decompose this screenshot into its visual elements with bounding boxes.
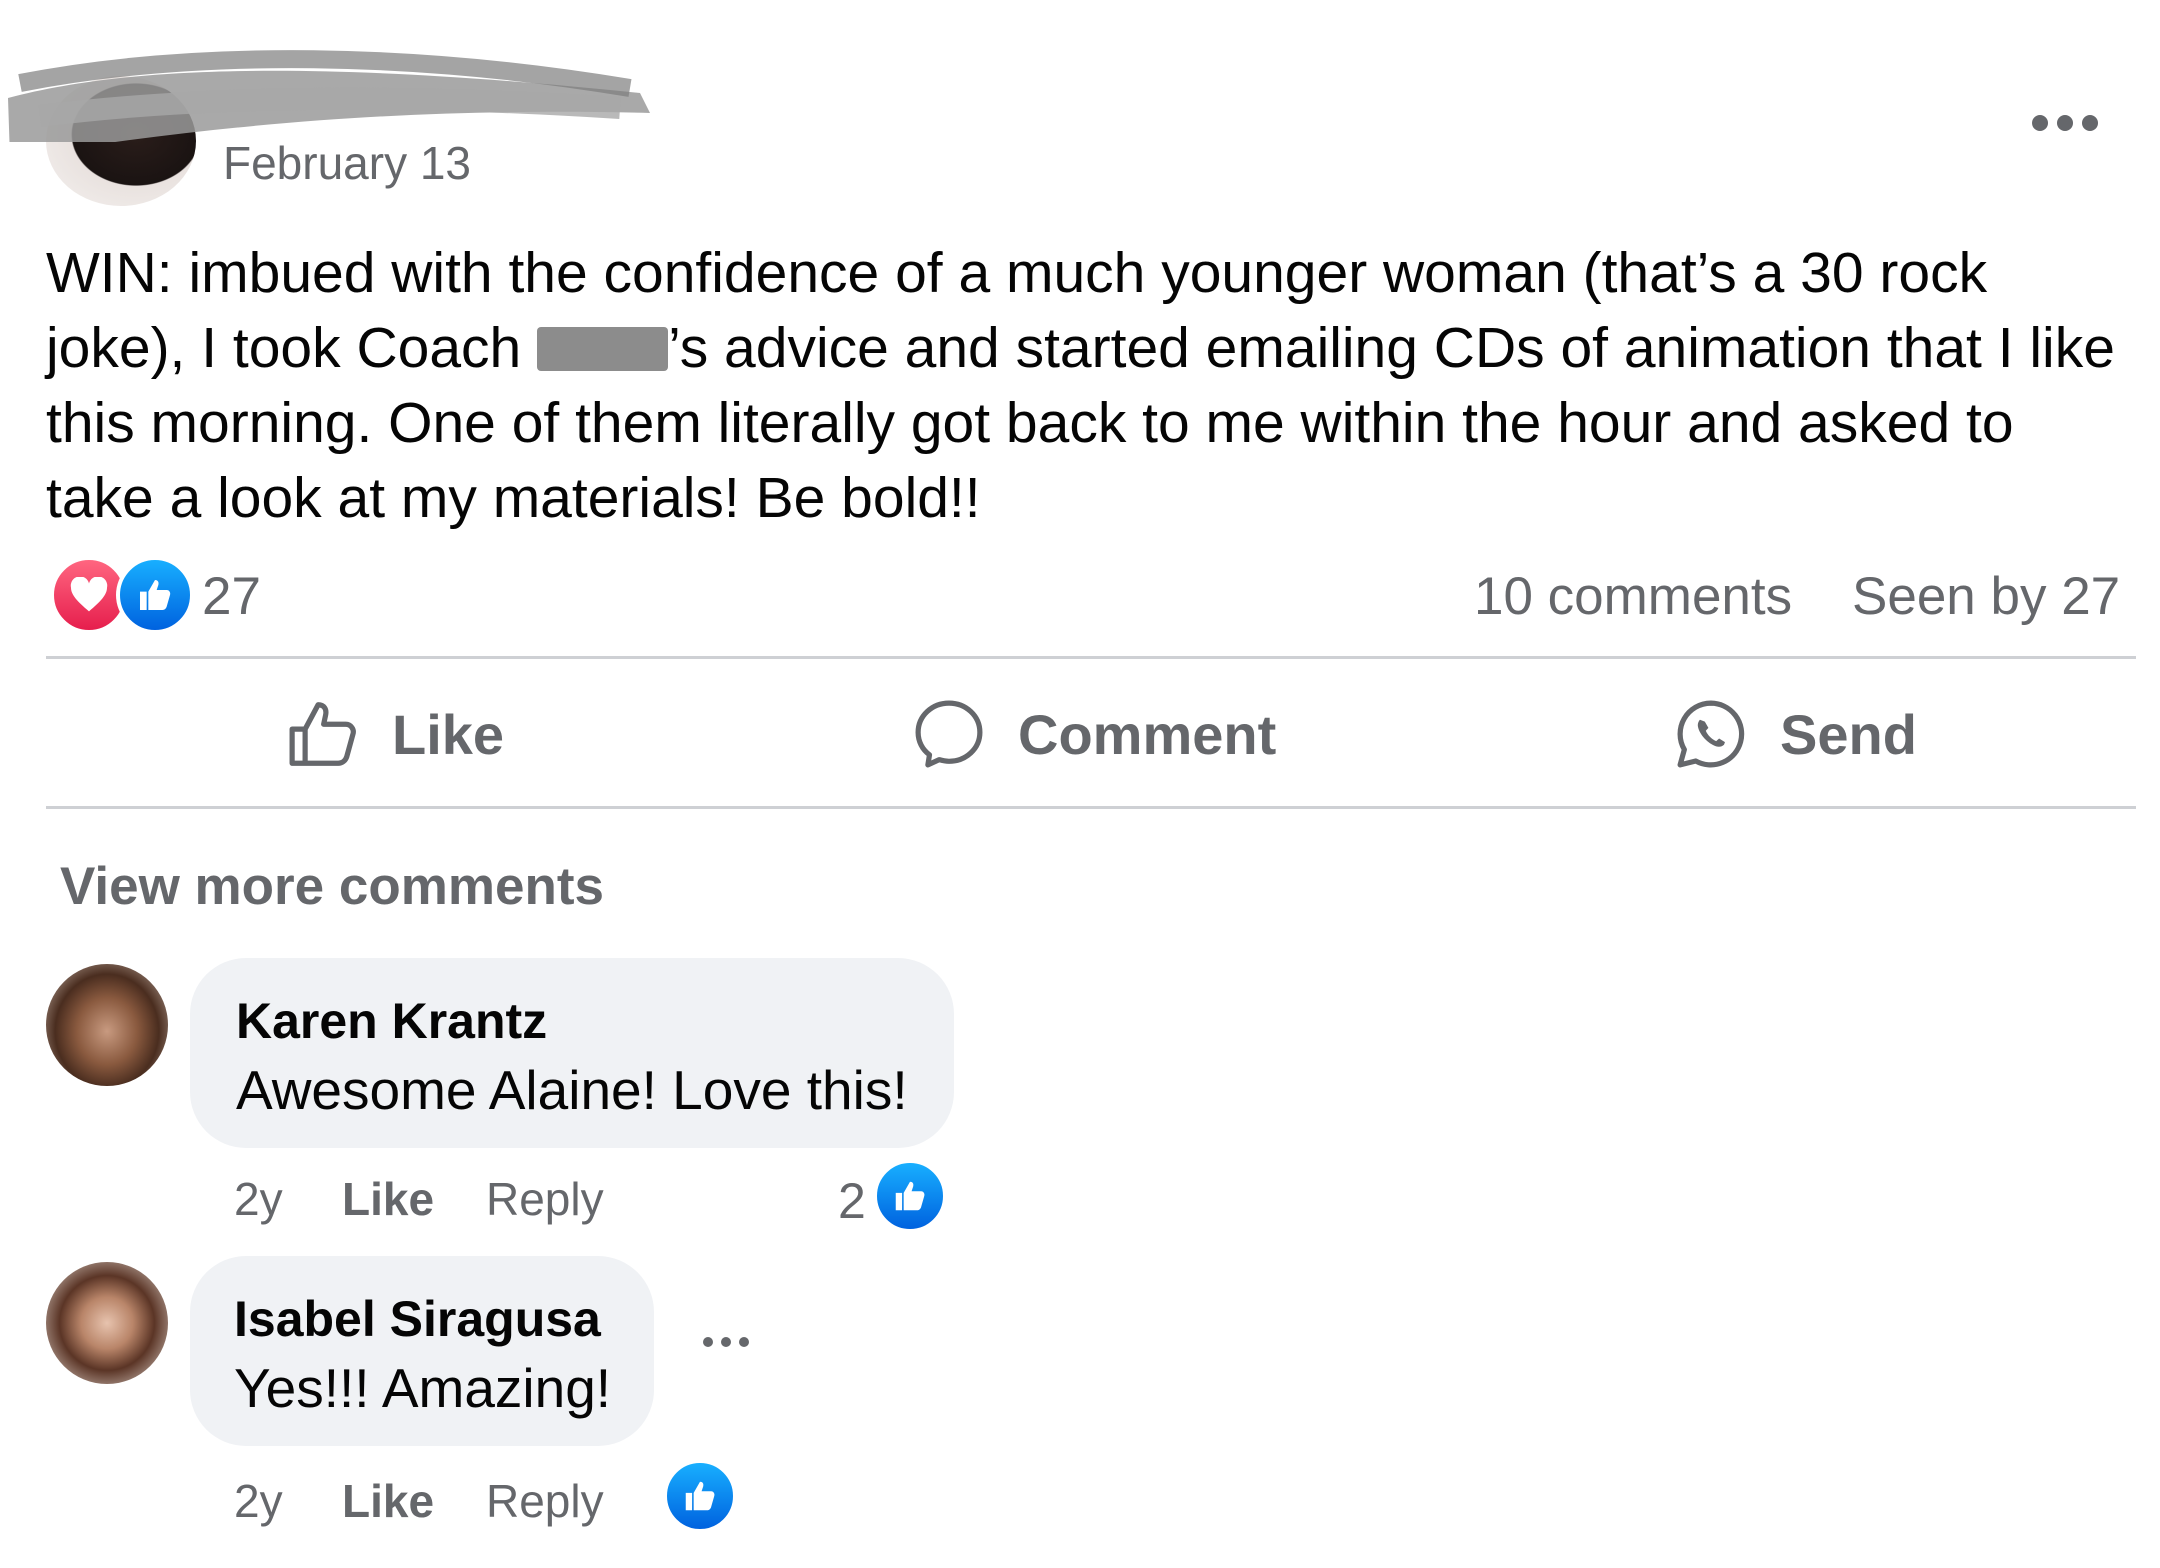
- comment-author-name[interactable]: Karen Krantz: [236, 992, 547, 1050]
- whatsapp-icon: [1677, 700, 1745, 768]
- redaction-scribble: [8, 50, 650, 142]
- comment-age[interactable]: 2y: [234, 1172, 283, 1226]
- thumbs-up-icon[interactable]: [664, 1460, 736, 1532]
- send-button-label: Send: [1780, 702, 1917, 766]
- comment-avatar[interactable]: [46, 964, 168, 1086]
- like-button-label: Like: [392, 702, 505, 766]
- post-timestamp[interactable]: February 13: [223, 136, 471, 190]
- comment-age[interactable]: 2y: [234, 1474, 283, 1528]
- divider-top: [46, 656, 2136, 659]
- comment-reaction-count[interactable]: 2: [838, 1172, 866, 1230]
- view-more-comments-link[interactable]: View more comments: [60, 856, 604, 917]
- thumbs-up-icon: [874, 1160, 946, 1232]
- thumbs-up-icon: [116, 556, 194, 634]
- comment-like-button[interactable]: Like: [342, 1172, 434, 1226]
- comment-bubble: Isabel Siragusa Yes!!! Amazing!: [190, 1256, 654, 1446]
- comment-reply-button[interactable]: Reply: [486, 1172, 604, 1226]
- comment-reply-button[interactable]: Reply: [486, 1474, 604, 1528]
- comment-author-name[interactable]: Isabel Siragusa: [234, 1290, 601, 1348]
- comment-button[interactable]: Comment: [910, 686, 1276, 782]
- post-text: WIN: imbued with the confidence of a muc…: [46, 236, 2136, 536]
- comments-count[interactable]: 10 comments: [1474, 566, 1792, 627]
- send-button[interactable]: Send: [1672, 686, 1917, 782]
- like-outline-icon: [289, 702, 356, 766]
- redacted-name: [537, 327, 669, 371]
- comment-bubble: Karen Krantz Awesome Alaine! Love this!: [190, 958, 954, 1148]
- comment-text: Yes!!! Amazing!: [234, 1357, 612, 1419]
- comment-text: Awesome Alaine! Love this!: [236, 1059, 908, 1121]
- comment-more-options-icon[interactable]: [700, 1334, 752, 1350]
- comment-button-label: Comment: [1018, 702, 1277, 766]
- comment-like-button[interactable]: Like: [342, 1474, 434, 1528]
- comment-icon: [915, 700, 983, 768]
- like-button[interactable]: Like: [284, 686, 504, 782]
- reaction-count[interactable]: 27: [202, 566, 261, 627]
- seen-by-count[interactable]: Seen by 27: [1852, 566, 2120, 627]
- divider-bottom: [46, 806, 2136, 809]
- more-options-icon[interactable]: [2030, 110, 2100, 136]
- comment-avatar[interactable]: [46, 1262, 168, 1384]
